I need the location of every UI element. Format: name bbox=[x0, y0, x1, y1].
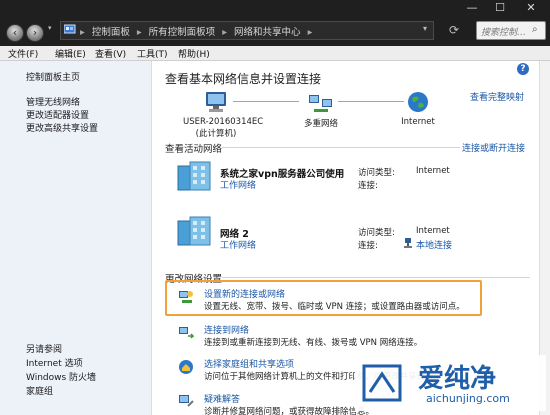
breadcrumb-control-panel[interactable]: 控制面板 bbox=[92, 27, 130, 38]
breadcrumb-separator: ▸ bbox=[136, 27, 142, 38]
task-description: 诊断并修复网络问题，或获得故障排除信息。 bbox=[204, 407, 375, 415]
breadcrumb-all-items[interactable]: 所有控制面板项 bbox=[149, 27, 216, 38]
menu-bar: 文件(F) 编辑(E) 查看(V) 工具(T) 帮助(H) bbox=[0, 46, 550, 61]
sidebar-home-link[interactable]: 控制面板主页 bbox=[26, 70, 80, 83]
menu-view[interactable]: 查看(V) bbox=[95, 47, 126, 60]
close-button[interactable]: ✕ bbox=[514, 0, 548, 16]
globe-icon bbox=[406, 90, 430, 114]
new-connection-icon bbox=[178, 289, 194, 305]
troubleshoot-icon bbox=[178, 392, 194, 408]
map-computer-subtitle: (此计算机) bbox=[195, 129, 237, 139]
access-type-value: Internet bbox=[416, 226, 450, 236]
connect-disconnect-link[interactable]: 连接或断开连接 bbox=[462, 141, 525, 154]
sidebar-item-internet-options[interactable]: Internet 选项 bbox=[26, 356, 83, 369]
help-icon[interactable]: ? bbox=[517, 63, 529, 75]
section-divider bbox=[222, 277, 530, 278]
search-icon[interactable]: ⌕ bbox=[532, 24, 538, 35]
sidebar-item-adapter-settings[interactable]: 更改适配器设置 bbox=[26, 108, 89, 121]
local-connection-icon bbox=[403, 238, 413, 248]
connection-label: 连接: bbox=[358, 241, 378, 251]
watermark-brand: 爱纯净 bbox=[418, 364, 497, 394]
breadcrumb-separator: ▸ bbox=[222, 27, 227, 38]
menu-help[interactable]: 帮助(H) bbox=[178, 47, 210, 60]
map-multiple-networks: 多重网络 bbox=[303, 119, 338, 129]
task-connect-network[interactable]: 连接到网络 bbox=[204, 323, 249, 336]
network-type-link[interactable]: 工作网络 bbox=[220, 178, 256, 191]
building-icon bbox=[176, 160, 212, 192]
page-title: 查看基本网络信息并设置连接 bbox=[165, 72, 322, 86]
view-full-map-link[interactable]: 查看完整映射 bbox=[470, 90, 524, 103]
back-button[interactable]: ‹ bbox=[6, 24, 24, 42]
task-setup-connection[interactable]: 设置新的连接或网络 bbox=[204, 287, 285, 300]
see-also-heading: 另请参阅 bbox=[26, 345, 63, 355]
breadcrumb-separator: ▸ bbox=[307, 27, 313, 38]
map-internet: Internet bbox=[401, 117, 435, 127]
sidebar-item-windows-firewall[interactable]: Windows 防火墙 bbox=[26, 370, 96, 383]
local-connection-link[interactable]: 本地连接 bbox=[416, 238, 452, 251]
section-divider bbox=[222, 147, 460, 148]
address-dropdown-icon[interactable]: ▾ bbox=[423, 24, 427, 33]
breadcrumb-separator: ▸ bbox=[80, 27, 85, 38]
network-icon bbox=[308, 90, 334, 114]
computer-icon bbox=[203, 90, 229, 114]
homegroup-icon bbox=[178, 359, 194, 375]
menu-tools[interactable]: 工具(T) bbox=[137, 47, 168, 60]
breadcrumb-network-center[interactable]: 网络和共享中心 bbox=[234, 27, 301, 38]
map-connector bbox=[233, 101, 299, 102]
control-panel-icon bbox=[63, 24, 76, 35]
task-description: 设置无线、宽带、拨号、临时或 VPN 连接；或设置路由器或访问点。 bbox=[204, 302, 465, 312]
task-description: 连接到或重新连接到无线、有线、拨号或 VPN 网络连接。 bbox=[204, 338, 423, 348]
maximize-button[interactable]: ☐ bbox=[486, 0, 514, 16]
connect-network-icon bbox=[178, 324, 195, 340]
watermark-logo-icon bbox=[360, 360, 406, 406]
minimize-button[interactable]: — bbox=[458, 0, 486, 16]
sidebar-item-manage-wireless[interactable]: 管理无线网络 bbox=[26, 95, 80, 108]
watermark-url: aichunjing.com bbox=[426, 392, 510, 405]
map-connector bbox=[338, 101, 404, 102]
sidebar-item-homegroup[interactable]: 家庭组 bbox=[26, 384, 53, 397]
task-troubleshoot[interactable]: 疑难解答 bbox=[204, 392, 240, 405]
menu-edit[interactable]: 编辑(E) bbox=[55, 47, 86, 60]
refresh-icon[interactable]: ⟳ bbox=[449, 23, 463, 37]
connection-label: 连接: bbox=[358, 181, 378, 191]
breadcrumb: ▸ 控制面板 ▸ 所有控制面板项 ▸ 网络和共享中心 ▸ bbox=[80, 24, 316, 38]
history-dropdown-icon[interactable]: ▾ bbox=[48, 24, 52, 32]
building-icon bbox=[176, 215, 212, 247]
network-type-link[interactable]: 工作网络 bbox=[220, 238, 256, 251]
access-type-label: 访问类型: bbox=[358, 168, 395, 178]
sidebar-item-advanced-sharing[interactable]: 更改高级共享设置 bbox=[26, 121, 98, 134]
menu-file[interactable]: 文件(F) bbox=[8, 47, 38, 60]
active-networks-heading: 查看活动网络 bbox=[165, 144, 223, 155]
map-computer-name: USER-20160314EC bbox=[183, 117, 264, 127]
task-homegroup-sharing[interactable]: 选择家庭组和共享选项 bbox=[204, 357, 294, 370]
access-type-label: 访问类型: bbox=[358, 228, 395, 238]
forward-button[interactable]: › bbox=[26, 24, 44, 42]
access-type-value: Internet bbox=[416, 166, 450, 176]
